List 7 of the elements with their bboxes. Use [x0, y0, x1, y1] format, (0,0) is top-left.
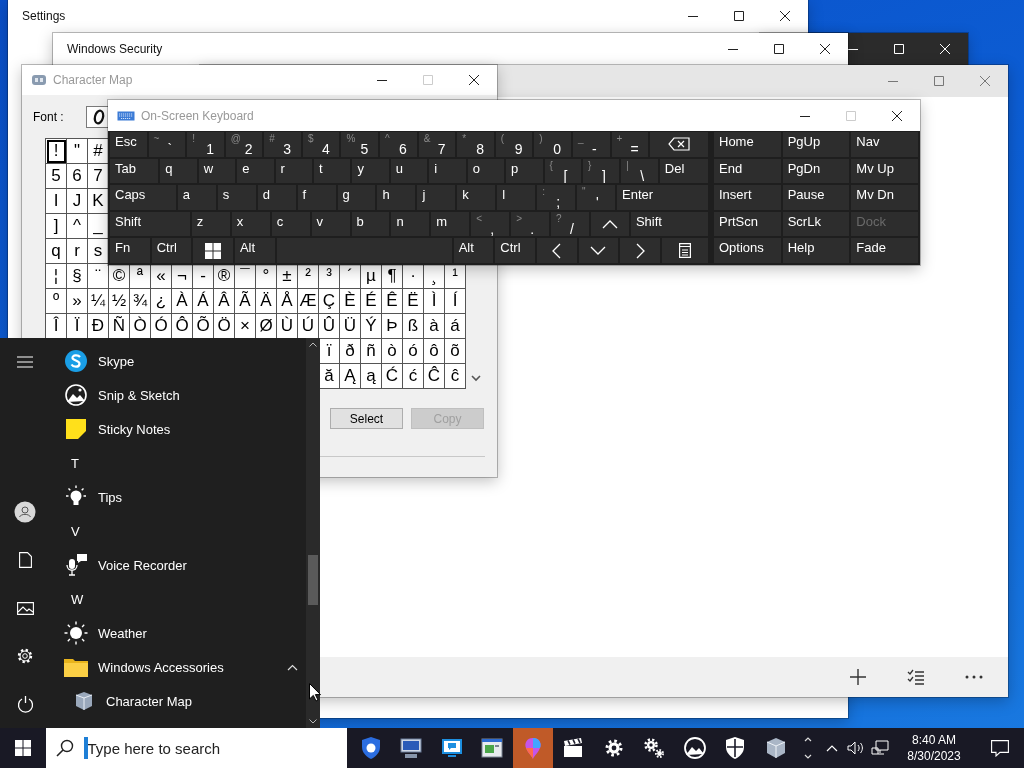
- window-title: Character Map: [52, 73, 133, 87]
- clock-time: 8:40 AM: [912, 732, 956, 748]
- clock-date: 8/30/2023: [907, 748, 961, 764]
- window-title: On-Screen Keyboard: [140, 108, 254, 123]
- window-title: Settings: [21, 9, 66, 23]
- font-label: Font :: [33, 110, 65, 124]
- window-title: Windows Security: [66, 42, 163, 56]
